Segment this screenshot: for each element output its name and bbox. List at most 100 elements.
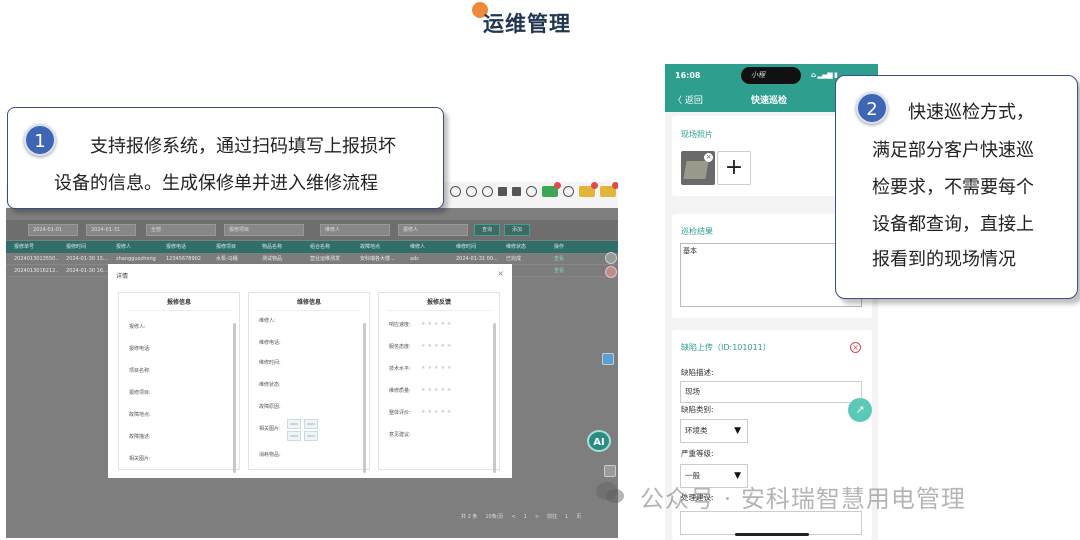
pager-current[interactable]: 1 [524, 512, 527, 522]
settings-icon[interactable] [563, 186, 574, 197]
callout-text-line: 检要求，不需要每个 [872, 177, 1034, 198]
pager-goto: 前往 [547, 514, 558, 520]
column-header: 维修人 [410, 244, 426, 250]
status-select[interactable]: 全部 [146, 224, 216, 236]
pager-next[interactable]: > [535, 512, 539, 522]
notice-badge-yellow[interactable] [579, 182, 598, 197]
site-photo-thumbnail[interactable]: × [681, 151, 715, 185]
monitor-icon[interactable] [450, 186, 461, 197]
rating-stars[interactable]: ★★★★★ [421, 321, 453, 327]
field-label: 维修人: [259, 318, 276, 324]
field-label: 相关图片: [129, 456, 151, 462]
add-button[interactable]: 添加 [504, 224, 530, 236]
filter-bar: 2024-01-01 2024-01-31 全部 报修项目 维修人 报修人 查询… [6, 220, 618, 240]
notice-badge-green[interactable] [542, 182, 561, 197]
topbar-icons [450, 182, 618, 197]
repairer-filter-input[interactable]: 维修人 [320, 224, 390, 236]
fullscreen-icon[interactable] [498, 187, 507, 196]
close-icon[interactable]: × [497, 269, 504, 278]
table-cell: 2024013016212... [14, 268, 58, 274]
attachment-thumbnail[interactable]: 2024 [304, 431, 318, 441]
column-header: 组合名称 [310, 244, 331, 250]
column-header: 报修电话 [166, 244, 187, 250]
qrcode-icon[interactable] [512, 187, 521, 196]
step-number-badge: 1 [24, 124, 56, 156]
table-cell: 2024-01-30 15... [66, 256, 108, 262]
view-link[interactable]: 查看 [546, 266, 586, 276]
rating-stars[interactable]: ★★★★★ [421, 409, 453, 415]
rating-stars[interactable]: ★★★★★ [421, 387, 453, 393]
back-button[interactable]: 〈 返回 [673, 93, 703, 106]
callout-text-line: 设备都查询，直接上 [872, 214, 1034, 235]
attachment-thumbnail[interactable]: 2024 [304, 419, 318, 429]
remove-photo-icon[interactable]: × [704, 153, 713, 162]
attachment-thumbnail[interactable]: 2024 [287, 419, 301, 429]
defect-desc-input[interactable]: 现场 [680, 381, 862, 403]
project-filter-input[interactable]: 报修项目 [224, 224, 304, 236]
status-time: 16:08 [675, 71, 701, 80]
island-text: 小程 [751, 71, 765, 79]
table-cell: 2024-01-31 00... [456, 256, 498, 262]
user-icon[interactable] [526, 186, 537, 197]
result-value: 基本 [683, 247, 697, 255]
view-link[interactable]: 查看 [546, 254, 586, 264]
column-header: 操作 [554, 244, 565, 250]
date-end-input[interactable]: 2024-01-31 [86, 224, 136, 236]
delete-defect-icon[interactable]: × [850, 342, 861, 353]
field-label: 故障地点: [129, 412, 151, 418]
table-cell: 安科瑞各大楼... [360, 256, 395, 262]
dynamic-island: 小程 [741, 67, 801, 84]
image-side-icon[interactable] [602, 353, 614, 365]
column-header: 故障地点 [360, 244, 381, 250]
home-indicator [735, 533, 809, 536]
alert-side-icon[interactable] [605, 266, 617, 278]
repair-info-heading: 报修信息 [127, 297, 231, 311]
scrollbar[interactable] [493, 323, 496, 473]
repair-info-panel: 报修信息 报修人: 报修电话: 项目名称: 报修项目: 故障地点: 故障描述: … [118, 292, 240, 473]
volume-icon[interactable] [466, 186, 477, 197]
refresh-icon[interactable] [482, 186, 493, 197]
field-label: 响应速度: [389, 322, 411, 328]
column-header: 报修时间 [66, 244, 87, 250]
notice-badge-orange[interactable] [600, 182, 618, 197]
collapse-side-icon[interactable] [604, 465, 616, 477]
detail-modal: 详情 × 报修信息 报修人: 报修电话: 项目名称: 报修项目: 故障地点: 故… [108, 264, 512, 478]
callout-text-line: 满足部分客户快速巡 [872, 140, 1034, 161]
page-title: 运维管理 [483, 12, 571, 36]
field-label: 相关图片: [259, 426, 281, 432]
table-header: 报修单号 报修时间 报修人 报修电话 报修项目 物品名称 组合名称 故障地点 维修人 维修时间 维修… [6, 241, 618, 253]
field-label: 报修人: [129, 324, 146, 330]
rating-stars[interactable]: ★★★★★ [421, 365, 453, 371]
refresh-side-icon[interactable] [605, 252, 617, 264]
result-label: 巡检结果 [681, 227, 713, 236]
ai-assistant-button[interactable]: AI [587, 430, 611, 452]
add-photo-button[interactable]: + [717, 151, 751, 185]
attachment-thumbnail[interactable]: 2024 [287, 431, 301, 441]
field-label: 报修项目: [129, 390, 151, 396]
phone-page-title: 快速巡检 [751, 96, 788, 106]
column-header: 报修人 [116, 244, 132, 250]
pager-prev[interactable]: < [511, 512, 515, 522]
field-label: 整体评价: [389, 410, 411, 416]
photo-label: 现场照片 [681, 130, 713, 139]
share-fab-icon[interactable]: ↗ [848, 398, 872, 422]
scrollbar[interactable] [363, 323, 366, 473]
pager-unit: 页 [576, 514, 582, 520]
reporter-filter-input[interactable]: 报修人 [398, 224, 468, 236]
suggest-input[interactable] [680, 511, 862, 535]
table-cell: 测试物品 [262, 256, 283, 262]
rating-stars[interactable]: ★★★★★ [421, 343, 453, 349]
desktop-screenshot: 2024-01-01 2024-01-31 全部 报修项目 维修人 报修人 查询… [6, 182, 618, 538]
search-button[interactable]: 查询 [474, 224, 500, 236]
defect-desc-label: 缺陷描述: [681, 368, 714, 377]
pager-size-select[interactable]: 10条/页 [485, 512, 503, 522]
defect-type-select[interactable]: 环境类 ▼ [680, 419, 748, 443]
date-start-input[interactable]: 2024-01-01 [28, 224, 78, 236]
pager-goto-input[interactable]: 1 [565, 512, 568, 522]
feedback-panel: 报修反馈 响应速度: ★★★★★ 服务态度: ★★★★★ 技术水平: ★★★★★… [378, 292, 500, 473]
callout-text-line: 快速巡检方式， [908, 102, 1034, 123]
feedback-heading: 报修反馈 [387, 297, 491, 311]
signal-battery-icon: ⌂ ▂▄▆ ▮ [811, 71, 838, 79]
scrollbar[interactable] [233, 323, 236, 473]
field-label: 消耗物品: [259, 452, 281, 458]
